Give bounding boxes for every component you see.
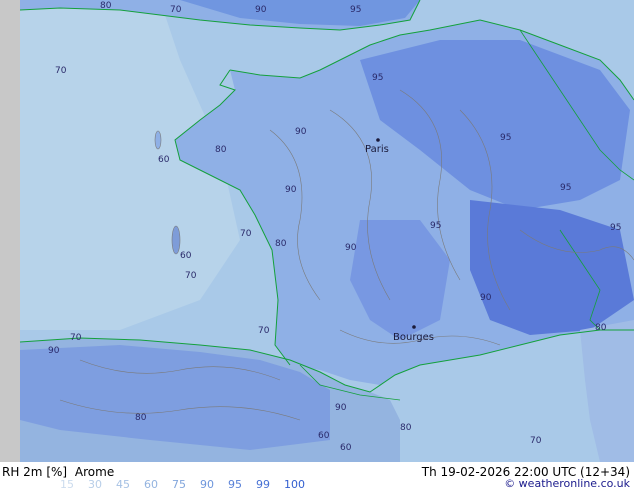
contour-label: 80 <box>135 413 147 423</box>
contour-label: 95 <box>500 133 511 143</box>
contour-label: 95 <box>372 73 383 83</box>
model-label: Arome <box>74 465 115 479</box>
city-marker <box>412 325 416 329</box>
contour-label: 90 <box>345 243 357 253</box>
contour-label: 60 <box>158 155 170 165</box>
legend-value: 30 <box>88 478 102 491</box>
contour-label: 95 <box>610 223 621 233</box>
credit-link[interactable]: © weatheronline.co.uk <box>504 477 630 490</box>
legend-value: 15 <box>60 478 74 491</box>
contour-label: 90 <box>480 293 492 303</box>
island-oleron <box>171 225 181 255</box>
contour-label: 70 <box>170 5 182 15</box>
map-footer: RH 2m [%] Arome 15 30 45 60 75 90 95 99 100 Th 1… <box>0 462 634 491</box>
contour-label: 60 <box>340 443 352 453</box>
contour-label: 95 <box>560 183 571 193</box>
legend-value: 45 <box>116 478 130 491</box>
out-of-domain-strip <box>0 0 20 462</box>
contour-label: 90 <box>48 346 60 356</box>
contour-label: 80 <box>100 1 112 11</box>
contour-label: 80 <box>275 239 287 249</box>
legend-value: 100 <box>284 478 305 491</box>
legend-value: 99 <box>256 478 270 491</box>
contour-label: 95 <box>430 221 441 231</box>
city-label-bourges: Bourges <box>393 332 434 343</box>
contour-label: 70 <box>258 326 270 336</box>
contour-label: 70 <box>185 271 197 281</box>
island-yeu <box>154 130 162 150</box>
contour-label: 70 <box>70 333 82 343</box>
variable-label: RH 2m [%] <box>2 465 68 479</box>
map-title: RH 2m [%] Arome <box>2 465 118 479</box>
contour-label: 60 <box>180 251 192 261</box>
legend-value: 60 <box>144 478 158 491</box>
contour-label: 70 <box>55 66 67 76</box>
contour-label: 90 <box>255 5 267 15</box>
contour-label: 80 <box>400 423 412 433</box>
legend-value: 75 <box>172 478 186 491</box>
contour-label: 90 <box>335 403 347 413</box>
contour-label: 80 <box>595 323 607 333</box>
legend-value: 90 <box>200 478 214 491</box>
contour-label: 70 <box>240 229 252 239</box>
contour-label: 90 <box>285 185 297 195</box>
contour-label: 60 <box>318 431 330 441</box>
legend-value: 95 <box>228 478 242 491</box>
contour-label: 70 <box>530 436 542 446</box>
weather-map: 70 80 90 95 60 70 80 90 95 60 70 80 90 9… <box>0 0 634 462</box>
color-legend: 15 30 45 60 75 90 95 99 100 <box>60 478 319 491</box>
contour-label: 90 <box>295 127 307 137</box>
city-marker <box>376 138 380 142</box>
city-label-paris: Paris <box>365 144 389 155</box>
contour-label: 95 <box>350 5 361 15</box>
contour-label: 80 <box>215 145 227 155</box>
